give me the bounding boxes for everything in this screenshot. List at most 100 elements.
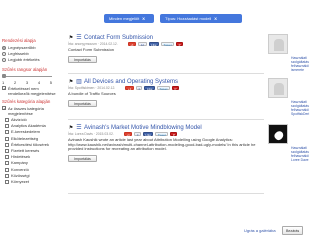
checkbox-checked-icon[interactable]: ✓ (2, 86, 6, 91)
category-item[interactable]: Környezet (2, 179, 60, 185)
like-count: 4 (135, 86, 143, 91)
item-title[interactable]: Avinash's Market Motive Mindblowing Mode… (84, 125, 202, 131)
unrated-checkbox-label: Értékeléssel nem rendelkezők megjeleníté… (8, 86, 56, 96)
checkbox-icon[interactable] (5, 155, 9, 160)
pin-icon[interactable]: P (171, 86, 179, 91)
checkbox-checked-icon[interactable]: ✓ (2, 106, 6, 111)
avatar-placeholder-icon (274, 39, 284, 51)
heart-icon (272, 129, 286, 142)
author-info[interactable]: Használati szolgáltatás felhasználói Spo… (291, 100, 319, 116)
category-label: Környezet (11, 178, 30, 184)
flag-icon[interactable]: ⚑ (68, 35, 74, 41)
bars-icon: ▥ (76, 78, 82, 85)
radio-selected-icon[interactable] (2, 46, 6, 50)
checkbox-icon[interactable] (5, 179, 9, 184)
checkbox-icon[interactable] (5, 167, 9, 172)
author-info-line: Loree Dave (291, 158, 309, 162)
dialog-footer: Ugrás a galériába Bezárás (0, 224, 320, 240)
filter-chip-all[interactable]: Minden megjelölt X (104, 14, 154, 23)
all-categories-row[interactable]: ✓ Az összes kategória megjelenítése (2, 106, 60, 116)
gallery-item: ⚑ ☰ Avinash's Market Motive Mindblowing … (68, 124, 264, 194)
list-icon: ☰ (76, 34, 82, 41)
author-avatar[interactable] (268, 34, 288, 54)
slider-track (2, 75, 52, 77)
close-button[interactable]: Bezárás (282, 226, 304, 235)
checkbox-icon[interactable] (5, 149, 9, 154)
checkbox-icon[interactable] (5, 124, 9, 129)
checkbox-icon[interactable] (5, 130, 9, 135)
checkbox-icon[interactable] (5, 136, 9, 141)
pin-icon[interactable]: P (176, 42, 184, 47)
author-avatar[interactable] (268, 124, 288, 144)
tweet-button[interactable]: Tweet (161, 42, 175, 47)
item-description: Avinash Kaushik wrote an article last ye… (68, 137, 256, 152)
sort-title: Rendezési alapja (2, 38, 36, 43)
author-column: Használati szolgáltatás felhasználói ism… (266, 34, 320, 234)
author-avatar[interactable] (268, 78, 288, 98)
author-info-line: ismerete (291, 68, 305, 72)
item-title[interactable]: Contact Form Submission (84, 35, 153, 41)
item-description: Contact Form Submission (68, 47, 115, 52)
gallery-item: ⚑ ☰ Contact Form Submission Írta: anonyy… (68, 34, 264, 74)
category-title: Szűrés kategória alapján (2, 99, 51, 104)
checkbox-icon[interactable] (5, 142, 9, 147)
checkbox-icon[interactable] (5, 161, 9, 166)
slider-handle[interactable] (2, 74, 6, 78)
facebook-like-button[interactable]: Like (144, 86, 155, 91)
share-buttons: +1 4 Like Tweet P (125, 86, 179, 91)
item-meta: Írta: Spotfisktmen · 2014.02.12. +1 4 Li… (68, 86, 264, 91)
sort-option-best-rated[interactable]: Legjobb értékelés (2, 57, 60, 63)
item-author-date: Írta: Lorea Davis · 2015.03.02. (68, 132, 114, 136)
filter-bar: Minden megjelölt X Típus: Hozzáadást mode… (0, 0, 320, 32)
facebook-like-button[interactable]: Like (142, 132, 154, 137)
author-info[interactable]: Használati szolgáltatás felhasználói ism… (291, 56, 319, 72)
sort-option-label: Legjobb értékelés (8, 57, 40, 62)
gplus-button[interactable]: +1 (127, 42, 137, 47)
gallery-item: ⚑ ▥ All Devices and Operating Systems Ír… (68, 78, 264, 120)
author-info-line: SpotfiskDeri (291, 112, 310, 116)
item-meta: Írta: Lorea Davis · 2015.03.02. +1 3 Lik… (68, 132, 264, 137)
like-count: 12 (138, 42, 147, 47)
item-description: A bundle of Traffic Sources (68, 91, 116, 96)
unrated-checkbox-row[interactable]: ✓ Értékeléssel nem rendelkezők megjelenít… (2, 86, 60, 96)
gplus-button[interactable]: +1 (125, 86, 134, 91)
share-buttons: +1 3 Like Tweet P (123, 132, 178, 137)
tweet-button[interactable]: Tweet (156, 86, 170, 91)
item-title-row: ⚑ ▥ All Devices and Operating Systems (68, 78, 264, 85)
all-categories-label: Az összes kategória megjelenítése (8, 106, 44, 116)
radio-icon[interactable] (2, 58, 6, 62)
flag-icon[interactable]: ⚑ (68, 125, 74, 131)
gallery-link[interactable]: Ugrás a galériába (244, 228, 276, 233)
list-icon: ☰ (76, 124, 82, 131)
filter-chip-label: Minden megjelölt (109, 16, 140, 21)
rating-title: Szűrés rangsor alapján (2, 67, 48, 72)
tweet-button[interactable]: Tweet (155, 132, 169, 137)
import-button[interactable]: Importálás (68, 55, 97, 63)
item-title-row: ⚑ ☰ Contact Form Submission (68, 34, 264, 41)
item-title-row: ⚑ ☰ Avinash's Market Motive Mindblowing … (68, 124, 264, 131)
import-button[interactable]: Importálás (68, 99, 97, 107)
close-icon[interactable]: X (142, 16, 145, 21)
item-title[interactable]: All Devices and Operating Systems (84, 79, 178, 85)
author-info[interactable]: Használati szolgáltatás felhasználói Lor… (291, 146, 319, 162)
gplus-button[interactable]: +1 (123, 132, 133, 137)
checkbox-icon[interactable] (5, 118, 9, 123)
pin-icon[interactable]: P (170, 132, 178, 137)
filter-chip-type[interactable]: Típus: Hozzáadást modell X (160, 14, 242, 23)
radio-icon[interactable] (2, 52, 6, 56)
filter-sidebar: Rendezési alapja Legnépszerűbb Legfrisse… (2, 36, 60, 240)
close-icon[interactable]: X (214, 16, 217, 21)
like-count: 3 (134, 132, 141, 137)
avatar-placeholder-icon (274, 83, 284, 95)
filter-chip-label: Típus: Hozzáadást modell (165, 16, 212, 21)
category-list: Akvizíció Analytics Akadémia E-kereskede… (2, 117, 60, 185)
item-author-date: Írta: anonyymousm · 2014.02.12. (68, 42, 118, 46)
rating-slider[interactable] (2, 74, 52, 78)
gallery-results: ⚑ ☰ Contact Form Submission Írta: anonyy… (68, 34, 264, 234)
checkbox-icon[interactable] (5, 173, 9, 178)
import-button[interactable]: Importálás (68, 154, 97, 162)
flag-icon[interactable]: ⚑ (68, 79, 74, 85)
item-meta: Írta: anonyymousm · 2014.02.12. +1 12 Li… (68, 42, 264, 47)
share-buttons: +1 12 Like Tweet P (127, 42, 184, 47)
facebook-like-button[interactable]: Like (148, 42, 160, 47)
